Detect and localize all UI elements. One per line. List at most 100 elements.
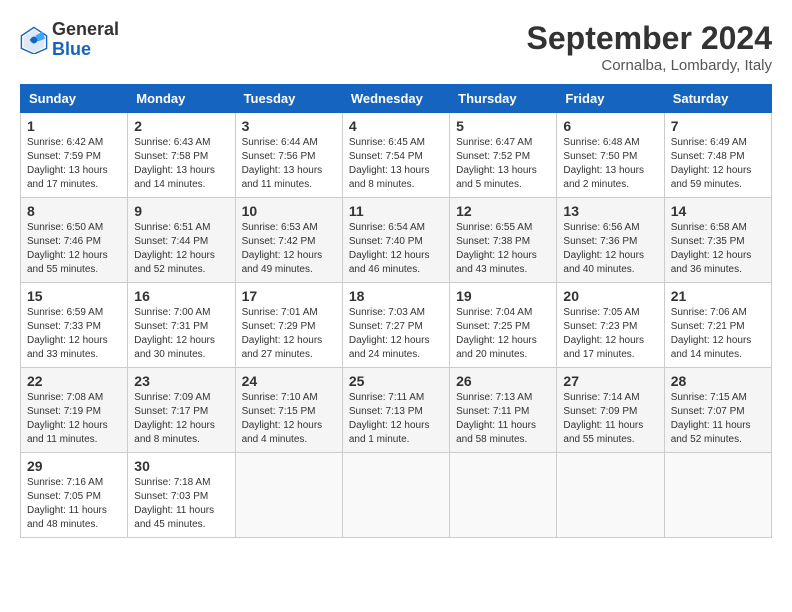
day-info: Sunrise: 7:06 AM Sunset: 7:21 PM Dayligh… bbox=[671, 306, 765, 362]
day-info: Sunrise: 6:48 AM Sunset: 7:50 PM Dayligh… bbox=[563, 136, 657, 192]
location-title: Cornalba, Lombardy, Italy bbox=[527, 57, 772, 74]
day-number: 4 bbox=[349, 118, 443, 134]
day-number: 1 bbox=[27, 118, 121, 134]
calendar-header-tuesday: Tuesday bbox=[235, 85, 342, 113]
day-info: Sunrise: 6:58 AM Sunset: 7:35 PM Dayligh… bbox=[671, 221, 765, 277]
day-info: Sunrise: 7:08 AM Sunset: 7:19 PM Dayligh… bbox=[27, 391, 121, 447]
calendar-cell: 9 Sunrise: 6:51 AM Sunset: 7:44 PM Daylig… bbox=[128, 198, 235, 283]
day-info: Sunrise: 7:00 AM Sunset: 7:31 PM Dayligh… bbox=[134, 306, 228, 362]
day-info: Sunrise: 7:10 AM Sunset: 7:15 PM Dayligh… bbox=[242, 391, 336, 447]
calendar-cell bbox=[342, 453, 449, 538]
day-number: 27 bbox=[563, 373, 657, 389]
page-header: General Blue September 2024 Cornalba, Lo… bbox=[20, 20, 772, 74]
day-number: 28 bbox=[671, 373, 765, 389]
title-block: September 2024 Cornalba, Lombardy, Italy bbox=[527, 20, 772, 74]
calendar-cell: 4 Sunrise: 6:45 AM Sunset: 7:54 PM Daylig… bbox=[342, 113, 449, 198]
logo-blue: Blue bbox=[52, 39, 91, 59]
calendar-cell: 12 Sunrise: 6:55 AM Sunset: 7:38 PM Dayli… bbox=[450, 198, 557, 283]
day-info: Sunrise: 6:42 AM Sunset: 7:59 PM Dayligh… bbox=[27, 136, 121, 192]
day-number: 15 bbox=[27, 288, 121, 304]
day-number: 9 bbox=[134, 203, 228, 219]
calendar-header-monday: Monday bbox=[128, 85, 235, 113]
day-number: 7 bbox=[671, 118, 765, 134]
calendar-cell: 5 Sunrise: 6:47 AM Sunset: 7:52 PM Daylig… bbox=[450, 113, 557, 198]
day-info: Sunrise: 6:44 AM Sunset: 7:56 PM Dayligh… bbox=[242, 136, 336, 192]
calendar-cell: 27 Sunrise: 7:14 AM Sunset: 7:09 PM Dayli… bbox=[557, 368, 664, 453]
day-number: 11 bbox=[349, 203, 443, 219]
calendar-cell: 21 Sunrise: 7:06 AM Sunset: 7:21 PM Dayli… bbox=[664, 283, 771, 368]
day-number: 5 bbox=[456, 118, 550, 134]
calendar-week-4: 22 Sunrise: 7:08 AM Sunset: 7:19 PM Dayli… bbox=[21, 368, 772, 453]
day-info: Sunrise: 7:13 AM Sunset: 7:11 PM Dayligh… bbox=[456, 391, 550, 447]
month-title: September 2024 bbox=[527, 20, 772, 57]
calendar-week-3: 15 Sunrise: 6:59 AM Sunset: 7:33 PM Dayli… bbox=[21, 283, 772, 368]
calendar-week-2: 8 Sunrise: 6:50 AM Sunset: 7:46 PM Daylig… bbox=[21, 198, 772, 283]
calendar-cell: 23Sunrise: 7:09 AM Sunset: 7:17 PM Dayli… bbox=[128, 368, 235, 453]
day-info: Sunrise: 7:05 AM Sunset: 7:23 PM Dayligh… bbox=[563, 306, 657, 362]
calendar-cell: 15 Sunrise: 6:59 AM Sunset: 7:33 PM Dayli… bbox=[21, 283, 128, 368]
calendar-cell: 8 Sunrise: 6:50 AM Sunset: 7:46 PM Daylig… bbox=[21, 198, 128, 283]
day-info: Sunrise: 6:51 AM Sunset: 7:44 PM Dayligh… bbox=[134, 221, 228, 277]
calendar-week-1: 1 Sunrise: 6:42 AM Sunset: 7:59 PM Daylig… bbox=[21, 113, 772, 198]
day-number: 13 bbox=[563, 203, 657, 219]
calendar-cell: 1 Sunrise: 6:42 AM Sunset: 7:59 PM Daylig… bbox=[21, 113, 128, 198]
calendar-cell bbox=[664, 453, 771, 538]
calendar-cell: 13 Sunrise: 6:56 AM Sunset: 7:36 PM Dayli… bbox=[557, 198, 664, 283]
logo-icon bbox=[20, 26, 48, 54]
day-number: 22 bbox=[27, 373, 121, 389]
day-number: 10 bbox=[242, 203, 336, 219]
day-info: Sunrise: 6:49 AM Sunset: 7:48 PM Dayligh… bbox=[671, 136, 765, 192]
calendar-week-5: 29 Sunrise: 7:16 AM Sunset: 7:05 PM Dayli… bbox=[21, 453, 772, 538]
day-number: 29 bbox=[27, 458, 121, 474]
day-number: 12 bbox=[456, 203, 550, 219]
day-number: 18 bbox=[349, 288, 443, 304]
day-number: 25 bbox=[349, 373, 443, 389]
day-info: Sunrise: 7:03 AM Sunset: 7:27 PM Dayligh… bbox=[349, 306, 443, 362]
day-number: 26 bbox=[456, 373, 550, 389]
day-info: Sunrise: 7:01 AM Sunset: 7:29 PM Dayligh… bbox=[242, 306, 336, 362]
day-number: 19 bbox=[456, 288, 550, 304]
calendar-cell: 2Sunrise: 6:43 AM Sunset: 7:58 PM Daylig… bbox=[128, 113, 235, 198]
calendar-cell: 24Sunrise: 7:10 AM Sunset: 7:15 PM Dayli… bbox=[235, 368, 342, 453]
calendar-header-sunday: Sunday bbox=[21, 85, 128, 113]
day-info: Sunrise: 7:16 AM Sunset: 7:05 PM Dayligh… bbox=[27, 476, 121, 532]
calendar-cell: 14Sunrise: 6:58 AM Sunset: 7:35 PM Dayli… bbox=[664, 198, 771, 283]
day-info: Sunrise: 6:59 AM Sunset: 7:33 PM Dayligh… bbox=[27, 306, 121, 362]
calendar-cell: 10 Sunrise: 6:53 AM Sunset: 7:42 PM Dayli… bbox=[235, 198, 342, 283]
day-info: Sunrise: 7:09 AM Sunset: 7:17 PM Dayligh… bbox=[134, 391, 228, 447]
calendar-cell: 19Sunrise: 7:04 AM Sunset: 7:25 PM Dayli… bbox=[450, 283, 557, 368]
day-number: 21 bbox=[671, 288, 765, 304]
calendar-cell: 18 Sunrise: 7:03 AM Sunset: 7:27 PM Dayli… bbox=[342, 283, 449, 368]
logo: General Blue bbox=[20, 20, 119, 60]
logo-text: General Blue bbox=[52, 20, 119, 60]
calendar-header-row: SundayMondayTuesdayWednesdayThursdayFrid… bbox=[21, 85, 772, 113]
day-number: 3 bbox=[242, 118, 336, 134]
day-number: 6 bbox=[563, 118, 657, 134]
calendar-cell: 25Sunrise: 7:11 AM Sunset: 7:13 PM Dayli… bbox=[342, 368, 449, 453]
day-info: Sunrise: 6:53 AM Sunset: 7:42 PM Dayligh… bbox=[242, 221, 336, 277]
day-number: 2 bbox=[134, 118, 228, 134]
calendar-cell: 30 Sunrise: 7:18 AM Sunset: 7:03 PM Dayli… bbox=[128, 453, 235, 538]
calendar-cell: 3 Sunrise: 6:44 AM Sunset: 7:56 PM Daylig… bbox=[235, 113, 342, 198]
calendar: SundayMondayTuesdayWednesdayThursdayFrid… bbox=[20, 84, 772, 538]
day-number: 16 bbox=[134, 288, 228, 304]
day-number: 30 bbox=[134, 458, 228, 474]
day-info: Sunrise: 7:18 AM Sunset: 7:03 PM Dayligh… bbox=[134, 476, 228, 532]
calendar-header-saturday: Saturday bbox=[664, 85, 771, 113]
day-info: Sunrise: 6:56 AM Sunset: 7:36 PM Dayligh… bbox=[563, 221, 657, 277]
day-info: Sunrise: 7:15 AM Sunset: 7:07 PM Dayligh… bbox=[671, 391, 765, 447]
logo-general: General bbox=[52, 19, 119, 39]
day-info: Sunrise: 6:55 AM Sunset: 7:38 PM Dayligh… bbox=[456, 221, 550, 277]
day-info: Sunrise: 7:14 AM Sunset: 7:09 PM Dayligh… bbox=[563, 391, 657, 447]
day-info: Sunrise: 6:45 AM Sunset: 7:54 PM Dayligh… bbox=[349, 136, 443, 192]
day-info: Sunrise: 6:47 AM Sunset: 7:52 PM Dayligh… bbox=[456, 136, 550, 192]
day-info: Sunrise: 6:50 AM Sunset: 7:46 PM Dayligh… bbox=[27, 221, 121, 277]
calendar-header-thursday: Thursday bbox=[450, 85, 557, 113]
calendar-cell: 7 Sunrise: 6:49 AM Sunset: 7:48 PM Daylig… bbox=[664, 113, 771, 198]
day-number: 8 bbox=[27, 203, 121, 219]
calendar-cell: 16 Sunrise: 7:00 AM Sunset: 7:31 PM Dayli… bbox=[128, 283, 235, 368]
calendar-cell: 11 Sunrise: 6:54 AM Sunset: 7:40 PM Dayli… bbox=[342, 198, 449, 283]
calendar-cell: 26 Sunrise: 7:13 AM Sunset: 7:11 PM Dayli… bbox=[450, 368, 557, 453]
day-info: Sunrise: 6:54 AM Sunset: 7:40 PM Dayligh… bbox=[349, 221, 443, 277]
calendar-header-wednesday: Wednesday bbox=[342, 85, 449, 113]
